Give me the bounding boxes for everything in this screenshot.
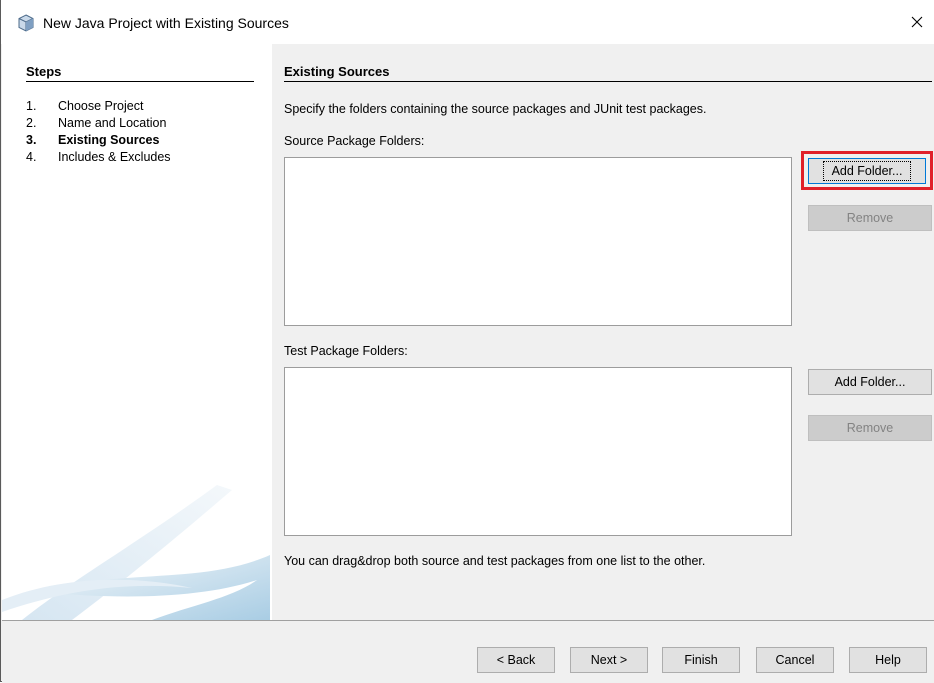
- source-add-folder-button[interactable]: Add Folder...: [808, 158, 926, 184]
- test-package-folders-label: Test Package Folders:: [284, 344, 408, 358]
- test-add-folder-button[interactable]: Add Folder...: [808, 369, 932, 395]
- main-panel: Existing Sources Specify the folders con…: [272, 44, 934, 620]
- help-button[interactable]: Help: [849, 647, 927, 673]
- test-remove-button[interactable]: Remove: [808, 415, 932, 441]
- dialog-window: New Java Project with Existing Sources S…: [0, 0, 934, 683]
- back-button[interactable]: < Back: [477, 647, 555, 673]
- title-bar: New Java Project with Existing Sources: [1, 0, 934, 44]
- section-title: Existing Sources: [284, 64, 932, 82]
- drag-drop-hint: You can drag&drop both source and test p…: [284, 554, 706, 568]
- window-title: New Java Project with Existing Sources: [43, 15, 289, 31]
- decorative-swoosh-graphic: [2, 485, 270, 620]
- step-label: Includes & Excludes: [58, 150, 171, 164]
- step-label: Existing Sources: [58, 133, 160, 147]
- step-item: 2. Name and Location: [26, 116, 167, 130]
- close-icon: [911, 16, 923, 28]
- steps-header: Steps: [26, 64, 254, 82]
- close-button[interactable]: [889, 0, 934, 44]
- step-item-current: 3. Existing Sources: [26, 133, 160, 147]
- description-text: Specify the folders containing the sourc…: [284, 102, 707, 116]
- steps-panel: Steps 1. Choose Project 2. Name and Locati…: [2, 44, 272, 620]
- source-package-folders-list[interactable]: [284, 157, 792, 326]
- step-label: Name and Location: [58, 116, 167, 130]
- test-package-folders-list[interactable]: [284, 367, 792, 536]
- finish-button[interactable]: Finish: [662, 647, 740, 673]
- step-item: 1. Choose Project: [26, 99, 144, 113]
- cancel-button[interactable]: Cancel: [756, 647, 834, 673]
- project-cube-icon: [17, 14, 35, 32]
- step-item: 4. Includes & Excludes: [26, 150, 171, 164]
- source-remove-button[interactable]: Remove: [808, 205, 932, 231]
- steps-list: 1. Choose Project 2. Name and Location 3. E…: [26, 98, 171, 166]
- next-button[interactable]: Next >: [570, 647, 648, 673]
- source-package-folders-label: Source Package Folders:: [284, 134, 425, 148]
- step-label: Choose Project: [58, 99, 144, 113]
- button-bar: < Back Next > Finish Cancel Help: [2, 620, 934, 683]
